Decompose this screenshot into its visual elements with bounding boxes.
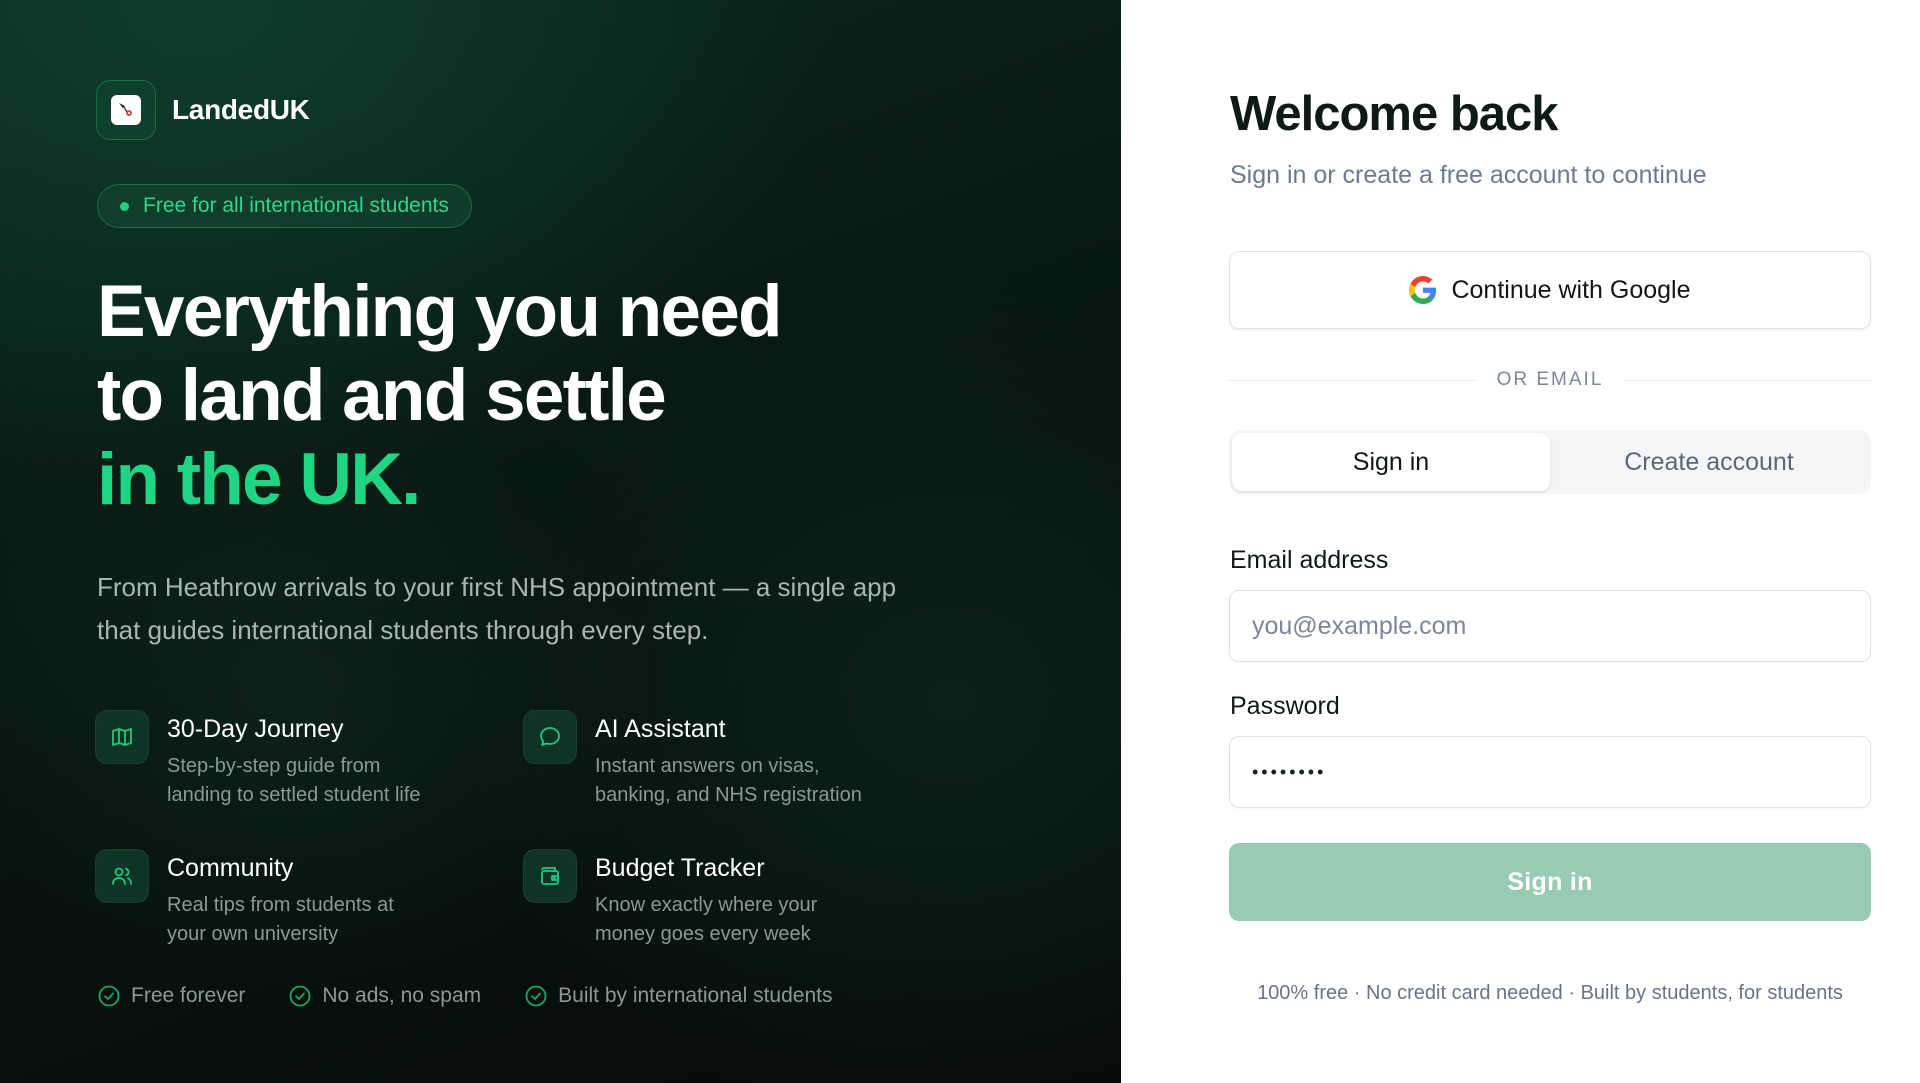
chat-bubble-icon — [523, 710, 577, 764]
feature-desc-line: money goes every week — [595, 923, 811, 945]
google-icon — [1409, 276, 1437, 304]
auth-panel: Welcome back Sign in or create a free ac… — [1121, 0, 1920, 1083]
headline-line-1: Everything you need — [97, 271, 783, 352]
feature-desc: Instant answers on visas, banking, and N… — [595, 752, 862, 810]
feature-item: Community Real tips from students at you… — [95, 849, 495, 949]
trust-checks: Free forever No ads, no spam Built by in… — [97, 984, 832, 1008]
feature-desc-line: landing to settled student life — [167, 784, 421, 806]
feature-item: AI Assistant Instant answers on visas, b… — [523, 710, 923, 810]
tab-sign-in[interactable]: Sign in — [1232, 433, 1550, 491]
divider-line — [1625, 379, 1871, 381]
email-label: Email address — [1230, 546, 1389, 574]
free-badge: Free for all international students — [97, 184, 472, 228]
sign-in-button[interactable]: Sign in — [1229, 843, 1871, 921]
feature-title: AI Assistant — [595, 715, 726, 743]
email-field[interactable] — [1229, 590, 1871, 662]
brand[interactable]: LandedUK — [96, 80, 310, 140]
check-item: No ads, no spam — [288, 984, 481, 1008]
divider-label: OR EMAIL — [1496, 369, 1604, 390]
badge-text: Free for all international students — [143, 194, 449, 217]
check-label: Free forever — [131, 984, 246, 1007]
feature-item: Budget Tracker Know exactly where your m… — [523, 849, 923, 949]
feature-desc: Step-by-step guide from landing to settl… — [167, 752, 421, 810]
hero-headline: Everything you need to land and settle i… — [97, 270, 783, 522]
check-circle-icon — [289, 985, 311, 1007]
check-circle-icon — [98, 985, 120, 1007]
google-button-label: Continue with Google — [1451, 275, 1691, 304]
feature-desc-line: Step-by-step guide from — [167, 755, 381, 777]
feature-title: Community — [167, 854, 294, 882]
tab-create-account[interactable]: Create account — [1550, 433, 1868, 491]
check-item: Free forever — [97, 984, 245, 1008]
wallet-icon — [523, 849, 577, 903]
check-label: No ads, no spam — [322, 984, 482, 1007]
check-item: Built by international students — [524, 984, 832, 1008]
hero-lead: From Heathrow arrivals to your first NHS… — [97, 572, 897, 645]
page-title: Welcome back — [1230, 87, 1559, 141]
feature-desc-line: your own university — [167, 923, 339, 945]
landeduk-logo-icon — [96, 80, 156, 140]
users-icon — [95, 849, 149, 903]
headline-line-2: to land and settle — [97, 355, 667, 436]
or-email-divider: OR EMAIL — [1229, 368, 1871, 392]
feature-desc-line: banking, and NHS registration — [595, 784, 862, 806]
feature-desc-line: Real tips from students at — [167, 894, 394, 916]
headline-accent: in the UK. — [97, 439, 421, 520]
page-subtitle: Sign in or create a free account to cont… — [1230, 161, 1707, 189]
map-icon — [95, 710, 149, 764]
feature-desc-line: Instant answers on visas, — [595, 755, 820, 777]
feature-item: 30-Day Journey Step-by-step guide from l… — [95, 710, 495, 810]
brand-name: LandedUK — [172, 94, 310, 125]
continue-with-google-button[interactable]: Continue with Google — [1229, 251, 1871, 329]
divider-line — [1229, 379, 1475, 381]
check-label: Built by international students — [558, 984, 833, 1007]
hero-panel: LandedUK Free for all international stud… — [0, 0, 1121, 1083]
auth-mode-tabs: Sign in Create account — [1229, 430, 1871, 494]
feature-desc: Real tips from students at your own univ… — [167, 891, 394, 949]
feature-desc-line: Know exactly where your — [595, 894, 818, 916]
badge-dot — [120, 201, 129, 211]
feature-title: Budget Tracker — [595, 854, 765, 882]
feature-desc: Know exactly where your money goes every… — [595, 891, 817, 949]
password-label: Password — [1230, 692, 1340, 720]
check-circle-icon — [525, 985, 547, 1007]
feature-title: 30-Day Journey — [167, 715, 344, 743]
footnote: 100% free · No credit card needed · Buil… — [1257, 982, 1843, 1004]
password-field[interactable] — [1229, 736, 1871, 808]
